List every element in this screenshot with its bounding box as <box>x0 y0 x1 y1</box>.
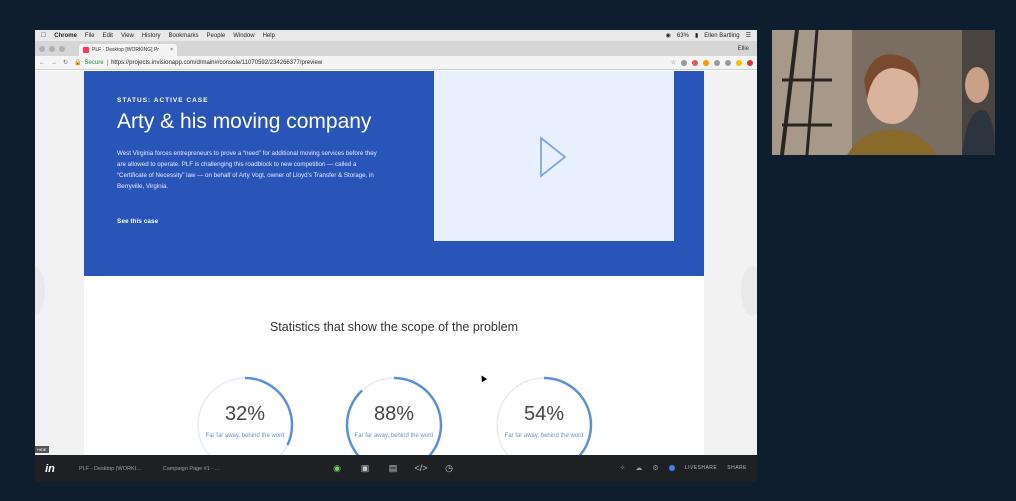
menu-file[interactable]: File <box>85 33 95 39</box>
close-window-button[interactable] <box>39 45 45 52</box>
extension-icon[interactable] <box>692 59 698 66</box>
url-text[interactable]: https://projects.invisionapp.com/d/main#… <box>111 60 322 66</box>
liveshare-button[interactable]: LIVESHARE <box>685 465 718 471</box>
stat-card: 32% Far far away, behind the word <box>195 375 295 455</box>
next-screen-arrow[interactable] <box>741 266 757 316</box>
build-mode-icon[interactable]: ▤ <box>387 462 399 474</box>
menu-people[interactable]: People <box>207 33 226 39</box>
browser-tab[interactable]: PLF - Desktop [WORKING] Pr × <box>79 44 177 56</box>
bookmark-star-icon[interactable]: ☆ <box>671 59 676 66</box>
battery-percent: 63% <box>676 32 689 39</box>
menubar-status-area: ◉ 63% ▮ Ellen Bartling ☰ <box>666 32 751 40</box>
see-case-link[interactable]: See this case <box>117 218 158 225</box>
list-icon[interactable]: ☰ <box>746 32 751 39</box>
extension-icon[interactable] <box>736 59 742 66</box>
stat-caption: Far far away, behind the word <box>205 433 285 439</box>
menubar-user[interactable]: Ellen Bartling <box>704 33 739 39</box>
history-icon[interactable]: ◷ <box>443 462 455 474</box>
lock-icon: 🔒 <box>74 60 82 66</box>
mode-tools: ◉ ▣ ▤ </> ◷ <box>331 462 455 474</box>
user-avatar-dot[interactable] <box>668 465 675 471</box>
extension-icon[interactable] <box>747 59 753 66</box>
invision-toolbar: in PLF - Desktop (WORKI... Campaign Page… <box>35 455 757 482</box>
play-icon[interactable] <box>538 135 568 179</box>
menu-history[interactable]: History <box>142 33 161 39</box>
extension-icon[interactable] <box>681 59 687 66</box>
webcam-image <box>772 30 995 155</box>
mouse-cursor-icon <box>478 373 488 383</box>
wifi-icon[interactable]: ◉ <box>666 32 671 39</box>
secure-label: Secure <box>84 59 104 66</box>
address-bar: ← → ↻ 🔒 Secure | https://projects.invisi… <box>35 56 757 70</box>
stat-card: 88% Far far away, behind the word <box>344 375 444 455</box>
prototype-viewport: STATUS: ACTIVE CASE Arty & his moving co… <box>35 71 757 455</box>
window-controls <box>39 41 65 56</box>
menu-bookmarks[interactable]: Bookmarks <box>169 33 199 39</box>
stat-value: 32% <box>224 403 266 425</box>
cloud-icon[interactable]: ☁ <box>635 464 642 472</box>
inspect-code-icon[interactable]: </> <box>415 462 428 474</box>
menu-app-name[interactable]: Chrome <box>54 33 77 39</box>
stat-caption: Far far away, behind the word <box>504 433 584 439</box>
hide-toolbar-button[interactable]: HIDE <box>35 446 49 453</box>
battery-icon[interactable]: ▮ <box>695 32 698 39</box>
reload-icon[interactable]: ↻ <box>63 59 68 66</box>
video-player[interactable] <box>434 71 674 241</box>
apple-icon[interactable]:  <box>41 32 46 39</box>
comment-mode-icon[interactable]: ▣ <box>359 462 371 474</box>
tab-close-icon[interactable]: × <box>170 47 173 53</box>
url-field[interactable]: 🔒 Secure | https://projects.invisionapp.… <box>74 59 322 67</box>
campaign-page: STATUS: ACTIVE CASE Arty & his moving co… <box>84 71 704 455</box>
extensions-area: ☆ <box>671 59 753 66</box>
minimize-window-button[interactable] <box>49 45 55 52</box>
mac-menubar:  Chrome File Edit View History Bookmark… <box>35 30 757 41</box>
case-hero: STATUS: ACTIVE CASE Arty & his moving co… <box>84 71 704 276</box>
right-tools: ✧ ☁ ⚙ LIVESHARE SHARE <box>620 464 747 472</box>
menu-window[interactable]: Window <box>233 33 254 39</box>
extension-icon[interactable] <box>725 59 731 66</box>
stat-value: 88% <box>373 403 415 425</box>
menu-help[interactable]: Help <box>263 33 275 39</box>
case-title: Arty & his moving company <box>117 110 372 133</box>
back-icon[interactable]: ← <box>39 60 45 66</box>
preview-mode-eye-icon[interactable]: ◉ <box>331 462 343 474</box>
forward-icon[interactable]: → <box>51 60 57 66</box>
share-link-icon[interactable]: ✧ <box>620 464 626 472</box>
case-description: West Virginia forces entrepreneurs to pr… <box>117 150 377 190</box>
share-button[interactable]: SHARE <box>727 465 747 471</box>
invision-logo[interactable]: in <box>35 463 65 475</box>
zoom-window-button[interactable] <box>59 45 65 52</box>
webcam-feed <box>772 30 995 155</box>
stat-card: 54% Far far away, behind the word <box>494 375 594 455</box>
menu-edit[interactable]: Edit <box>103 33 113 39</box>
extension-icon[interactable] <box>714 59 720 66</box>
screen-share:  Chrome File Edit View History Bookmark… <box>35 30 757 482</box>
screen-breadcrumb[interactable]: Campaign Page #1 - ... <box>163 466 220 472</box>
invision-favicon-icon <box>83 47 89 53</box>
tab-title: PLF - Desktop [WORKING] Pr <box>92 47 159 53</box>
stats-heading: Statistics that show the scope of the pr… <box>269 320 519 334</box>
menu-view[interactable]: View <box>121 33 134 39</box>
prev-screen-arrow[interactable] <box>35 266 45 316</box>
stat-caption: Far far away, behind the word <box>354 433 434 439</box>
profile-name[interactable]: Ellie <box>738 46 757 52</box>
case-status: STATUS: ACTIVE CASE <box>117 97 209 104</box>
settings-gear-icon[interactable]: ⚙ <box>652 464 658 472</box>
tab-strip: PLF - Desktop [WORKING] Pr × Ellie <box>35 41 757 56</box>
project-breadcrumb[interactable]: PLF - Desktop (WORKI... <box>79 466 141 472</box>
stat-value: 54% <box>523 403 565 425</box>
extension-icon[interactable] <box>703 59 709 66</box>
